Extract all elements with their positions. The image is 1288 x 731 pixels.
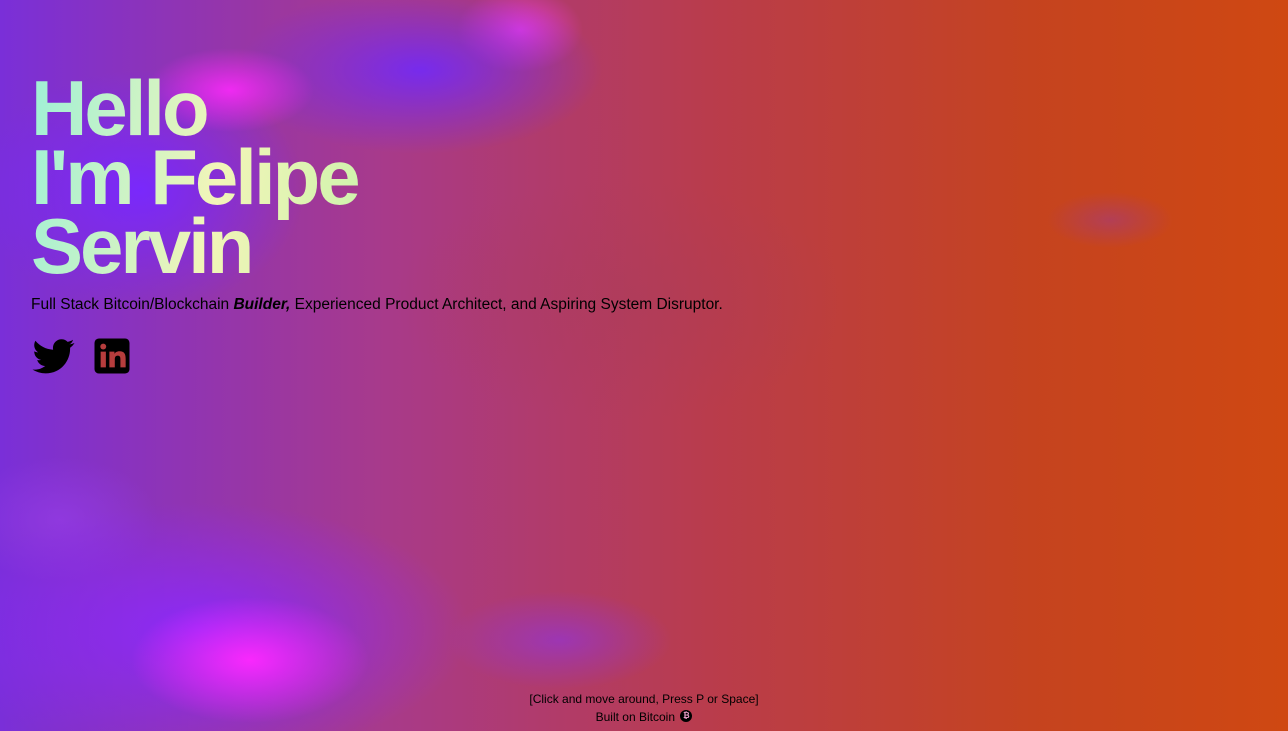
built-on-label: Built on Bitcoin (595, 710, 676, 724)
twitter-link[interactable] (31, 335, 77, 377)
tagline-emphasis: Builder, (233, 296, 291, 313)
headline-line-surname: Servin (31, 202, 252, 290)
interaction-hint: [Click and move around, Press P or Space… (529, 692, 759, 706)
twitter-icon (32, 339, 75, 374)
footer: [Click and move around, Press P or Space… (0, 690, 1288, 726)
linkedin-link[interactable] (89, 335, 135, 377)
hero-headline: Hello I'm Felipe Servin (31, 74, 931, 281)
social-links (31, 335, 931, 377)
hero-section: Hello I'm Felipe Servin Full Stack Bitco… (31, 74, 931, 377)
linkedin-icon (94, 338, 130, 374)
tagline-suffix: Experienced Product Architect, and Aspir… (290, 296, 723, 313)
tagline-prefix: Full Stack Bitcoin/Blockchain (31, 296, 234, 313)
tagline: Full Stack Bitcoin/Blockchain Builder, E… (31, 294, 931, 316)
bitcoin-icon: ₿ (680, 710, 693, 722)
built-on-bitcoin: Built on Bitcoin ₿ (0, 708, 1288, 726)
